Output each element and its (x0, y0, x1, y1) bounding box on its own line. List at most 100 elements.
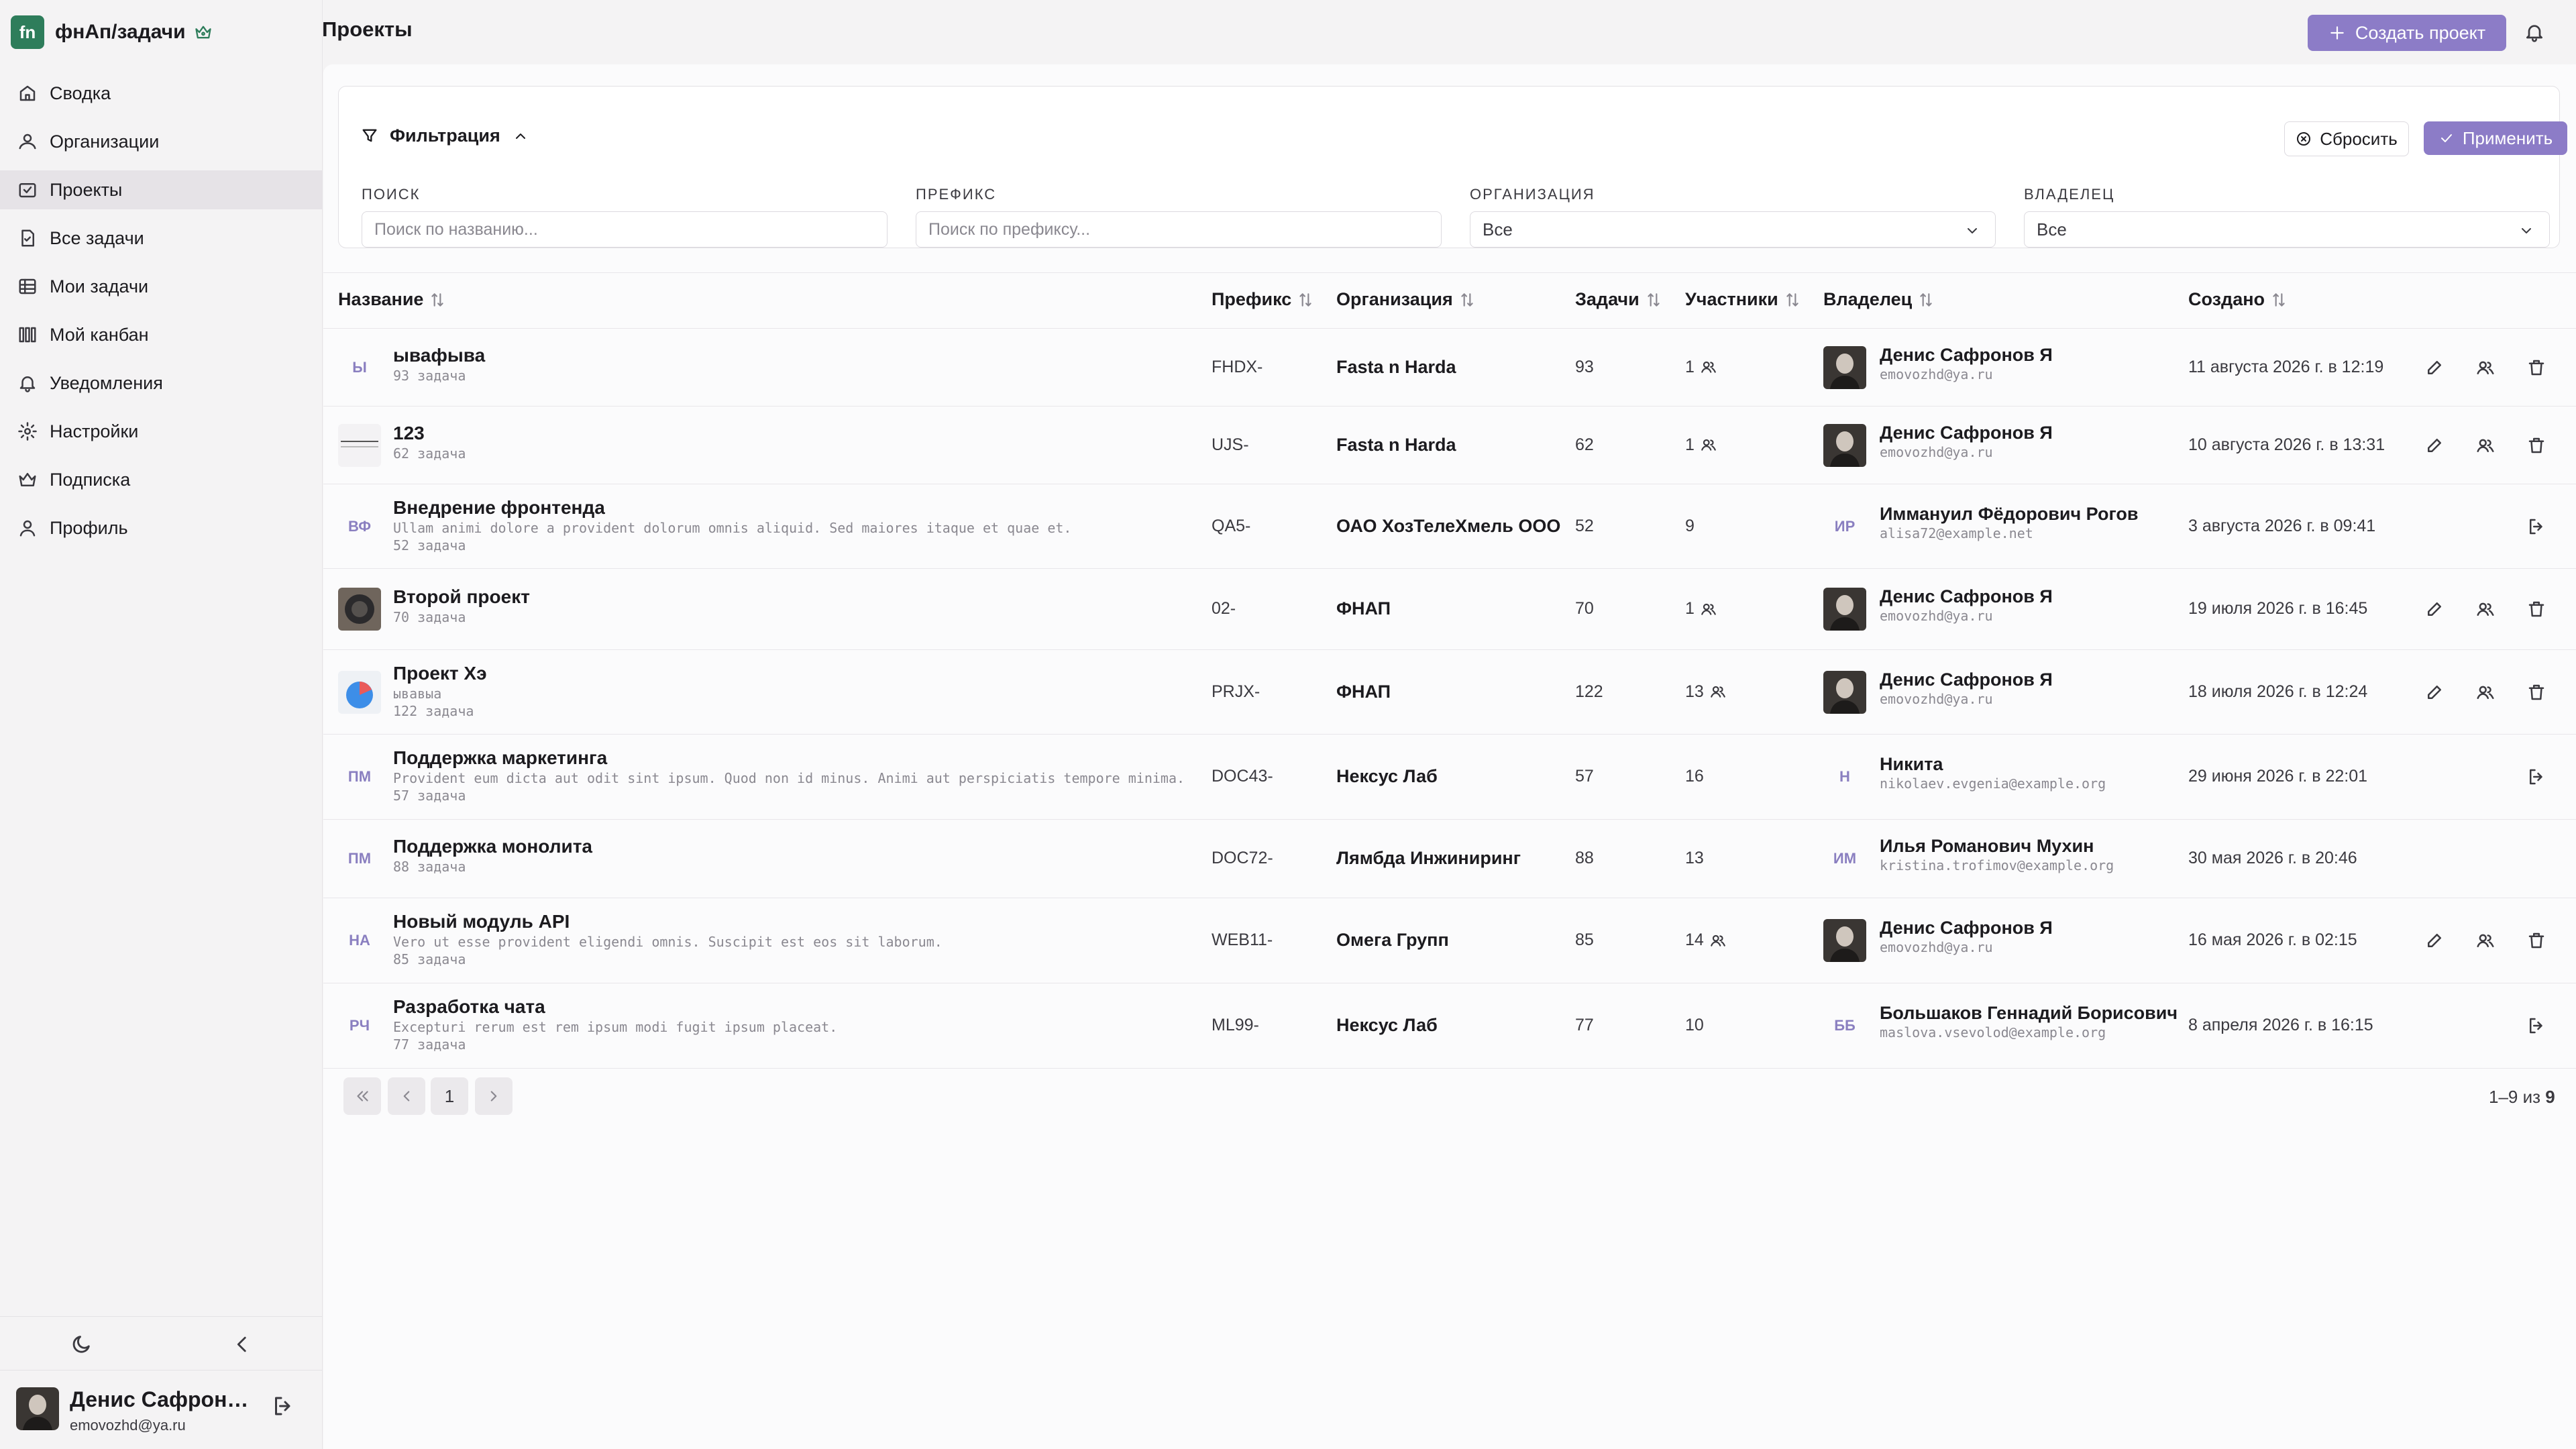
trash-icon[interactable] (2526, 930, 2546, 951)
column-name[interactable]: Название (338, 289, 446, 310)
project-icon (338, 423, 381, 467)
members-icon (1695, 436, 1717, 453)
project-created: 3 августа 2026 г. в 09:41 (2188, 516, 2376, 535)
sidebar-user[interactable] (16, 1387, 59, 1430)
project-name[interactable]: Внедрение фронтенда (393, 497, 605, 519)
edit-icon[interactable] (2424, 930, 2445, 951)
sidebar-item-organizations[interactable]: Организации (0, 122, 322, 161)
apply-filters-button[interactable]: Применить (2424, 121, 2567, 155)
table-row[interactable]: РЧ Разработка чата Excepturi rerum est rem… (323, 983, 2576, 1069)
project-name[interactable]: Проект Хэ (393, 663, 487, 684)
table-row[interactable]: Проект Хэ ывавыа 122 задача PRJX- ФНАП 122 13 Д… (323, 650, 2576, 735)
table-row[interactable]: НА Новый модуль API Vero ut esse provident… (323, 898, 2576, 983)
project-organization: Fasta n Harda (1336, 356, 1456, 377)
column-tasks[interactable]: Задачи (1575, 289, 1662, 310)
sidebar-item-label: Организации (50, 131, 160, 152)
project-organization: ФНАП (1336, 598, 1391, 619)
filter-toggle[interactable]: Фильтрация (360, 125, 529, 146)
notifications-bell-icon[interactable] (2524, 21, 2545, 43)
project-prefix: ML99- (1212, 1016, 1259, 1034)
project-organization: Нексус Лаб (1336, 766, 1438, 786)
create-project-button[interactable]: Создать проект (2308, 15, 2506, 51)
column-created[interactable]: Создано (2188, 289, 2288, 310)
sidebar-item-summary[interactable]: Сводка (0, 74, 322, 113)
page-number-button[interactable]: 1 (431, 1077, 468, 1115)
column-label: Участники (1685, 289, 1778, 309)
table-row[interactable]: ВФ Внедрение фронтенда Ullam animi dolore … (323, 484, 2576, 569)
sidebar-item-settings[interactable]: Настройки (0, 412, 322, 451)
leave-project-icon[interactable] (2526, 517, 2546, 537)
edit-icon[interactable] (2424, 435, 2445, 455)
project-name[interactable]: ывафыва (393, 345, 485, 366)
first-page-button[interactable] (343, 1077, 381, 1115)
project-name[interactable]: Разработка чата (393, 996, 545, 1018)
table-row[interactable]: ПМ Поддержка маркетинга Provident eum dict… (323, 735, 2576, 820)
project-created: 10 августа 2026 г. в 13:31 (2188, 435, 2385, 454)
project-name[interactable]: Поддержка маркетинга (393, 747, 607, 769)
owner-initials-avatar: Н (1839, 768, 1850, 785)
sort-icon (2273, 292, 2285, 307)
column-members[interactable]: Участники (1685, 289, 1801, 310)
project-name[interactable]: 123 (393, 423, 425, 444)
edit-icon[interactable] (2424, 358, 2445, 378)
members-icon[interactable] (2475, 930, 2496, 951)
filter-icon (360, 126, 380, 146)
next-page-button[interactable] (475, 1077, 513, 1115)
reset-filters-button[interactable]: Сбросить (2284, 121, 2409, 156)
trash-icon[interactable] (2526, 599, 2546, 619)
chevron-up-icon (513, 128, 529, 144)
trash-icon[interactable] (2526, 682, 2546, 702)
sidebar-nav: Сводка Организации Проекты Все задачи Мо… (0, 74, 322, 557)
sidebar-item-projects[interactable]: Проекты (0, 170, 322, 209)
leave-project-icon[interactable] (2526, 767, 2546, 787)
theme-toggle-moon-icon[interactable] (70, 1333, 93, 1356)
chevron-down-icon (2518, 223, 2534, 239)
brand[interactable]: fn фнАп/задачи (11, 15, 213, 50)
project-prefix: FHDX- (1212, 357, 1263, 376)
prev-page-button[interactable] (388, 1077, 425, 1115)
members-icon[interactable] (2475, 358, 2496, 378)
edit-icon[interactable] (2424, 599, 2445, 619)
table-row[interactable]: Второй проект 70 задача 02- ФНАП 70 1 Денис Са… (323, 569, 2576, 650)
double-chevron-left-icon (357, 1091, 368, 1102)
logout-icon[interactable] (271, 1394, 295, 1418)
column-prefix[interactable]: Префикс (1212, 289, 1314, 310)
organization-select-value: Все (1483, 219, 1513, 239)
project-name[interactable]: Второй проект (393, 586, 530, 608)
sort-icon (1461, 292, 1473, 307)
sidebar-item-label: Проекты (50, 179, 123, 200)
members-icon[interactable] (2475, 435, 2496, 455)
sidebar-item-my-tasks[interactable]: Мои задачи (0, 267, 322, 306)
bell-icon (17, 373, 38, 393)
sidebar-item-subscription[interactable]: Подписка (0, 460, 322, 499)
prefix-label: ПРЕФИКС (916, 186, 997, 203)
sidebar-item-notifications[interactable]: Уведомления (0, 364, 322, 402)
leave-project-icon[interactable] (2526, 1016, 2546, 1036)
search-input[interactable] (362, 211, 888, 248)
owner-select[interactable]: Все (2024, 211, 2550, 248)
prefix-input[interactable] (916, 211, 1442, 248)
table-row[interactable]: Ыывафыва 93 задача FHDX- Fasta n Harda 93 1 Де… (323, 329, 2576, 407)
owner-name: Иммануил Фёдорович Рогов (1880, 503, 2139, 524)
edit-icon[interactable] (2424, 682, 2445, 702)
table-row[interactable]: ПМ Поддержка монолита 88 задача DOC72- Лямбд… (323, 820, 2576, 898)
column-organization[interactable]: Организация (1336, 289, 1476, 310)
organization-select[interactable]: Все (1470, 211, 1996, 248)
column-owner[interactable]: Владелец (1823, 289, 1935, 310)
project-task-count: 70 задача (393, 609, 466, 625)
sidebar-item-profile[interactable]: Профиль (0, 508, 322, 547)
collapse-sidebar-chevron-left-icon[interactable] (231, 1333, 254, 1356)
my-tasks-icon (17, 276, 38, 297)
members-icon[interactable] (2475, 599, 2496, 619)
sidebar-item-all-tasks[interactable]: Все задачи (0, 219, 322, 258)
table-row[interactable]: 123 62 задача UJS- Fasta n Harda 62 1 Денис Са… (323, 407, 2576, 484)
trash-icon[interactable] (2526, 435, 2546, 455)
owner-name: Большаков Геннадий Борисович (1880, 1003, 2178, 1023)
project-description: Provident eum dicta aut odit sint ipsum.… (393, 770, 1185, 786)
project-name[interactable]: Новый модуль API (393, 911, 570, 932)
sidebar-item-kanban[interactable]: Мой канбан (0, 315, 322, 354)
project-name[interactable]: Поддержка монолита (393, 836, 592, 857)
members-icon[interactable] (2475, 682, 2496, 702)
project-tasks: 93 (1575, 357, 1594, 376)
trash-icon[interactable] (2526, 358, 2546, 378)
